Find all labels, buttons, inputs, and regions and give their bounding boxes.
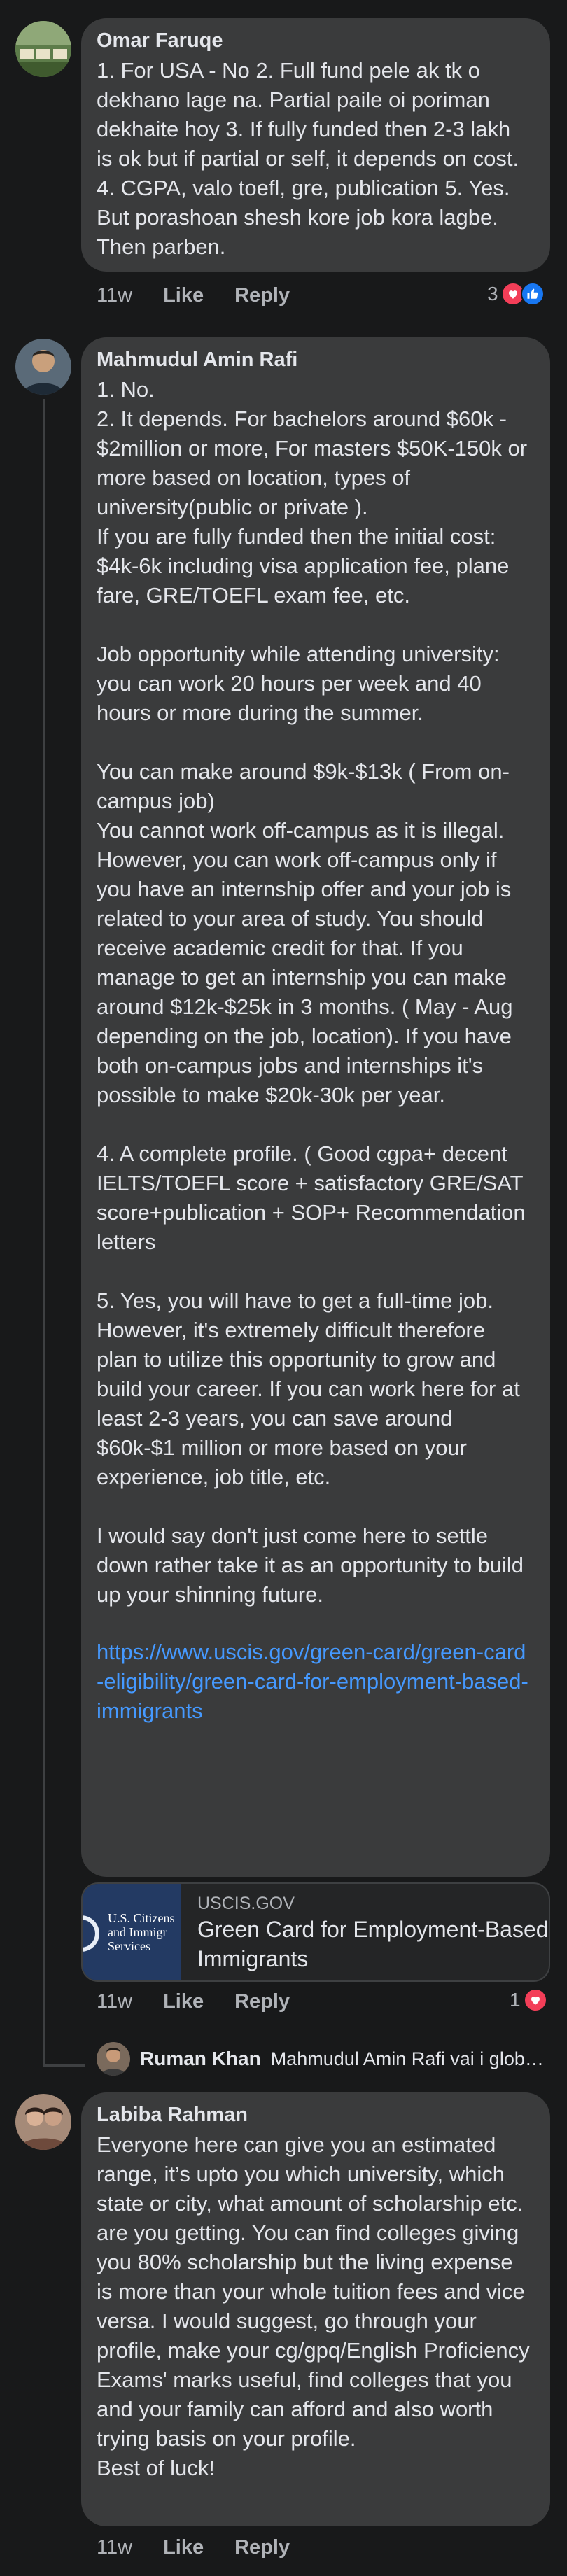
comment-bubble: Mahmudul Amin Rafi 1. No. 2. It depends.… — [81, 337, 550, 1877]
comment-timestamp[interactable]: 11w — [97, 1989, 132, 2014]
avatar-image — [15, 21, 71, 77]
avatar-image — [97, 2042, 130, 2076]
like-button[interactable]: Like — [163, 1989, 204, 2014]
thread-connector-curve — [43, 2064, 85, 2067]
avatar-ruman-khan[interactable] — [97, 2042, 130, 2076]
comment-link[interactable]: https://www.uscis.gov/green-card/green-c… — [97, 1638, 532, 1726]
avatar-mahmudul-amin-rafi[interactable] — [15, 339, 71, 395]
comment-text: Everyone here can give you an estimated … — [97, 2132, 530, 2480]
comment-actions: 11w Like Reply — [97, 2535, 290, 2560]
avatar-image — [15, 2094, 71, 2150]
comment-timestamp[interactable]: 11w — [97, 283, 132, 308]
reply-button[interactable]: Reply — [234, 283, 290, 308]
reply-author[interactable]: Ruman Khan — [140, 2048, 261, 2070]
comment-author[interactable]: Omar Faruqe — [97, 28, 531, 53]
love-reaction-icon — [523, 1988, 547, 2012]
reaction-summary[interactable]: 1 — [510, 1987, 547, 2013]
reply-button[interactable]: Reply — [234, 2535, 290, 2560]
reaction-summary[interactable]: 3 — [487, 281, 545, 307]
comment-actions: 11w Like Reply — [97, 1989, 290, 2014]
avatar-labiba-rahman[interactable] — [15, 2094, 71, 2150]
comment-text: 1. No. 2. It depends. For bachelors arou… — [97, 377, 528, 1607]
link-preview-card[interactable]: U.S. Citizens and Immigr Services USCIS.… — [81, 1882, 550, 1982]
thread-connector-line — [43, 399, 45, 2064]
reply-preview-row[interactable]: Ruman Khan Mahmudul Amin Rafi vai i glob… — [97, 2038, 552, 2080]
avatar-image — [15, 339, 71, 395]
comment-timestamp[interactable]: 11w — [97, 2535, 132, 2560]
comment-bubble: Labiba Rahman Everyone here can give you… — [81, 2092, 550, 2526]
like-reaction-icon — [520, 282, 545, 306]
link-preview-domain: USCIS.GOV — [197, 1894, 295, 1913]
comment-text: 1. For USA - No 2. Full fund pele ak tk … — [97, 58, 519, 259]
link-preview-thumbnail: U.S. Citizens and Immigr Services — [83, 1884, 181, 1980]
like-button[interactable]: Like — [163, 283, 204, 308]
reaction-count: 1 — [510, 1989, 521, 2011]
reply-snippet: Mahmudul Amin Rafi vai i glob… — [270, 2048, 544, 2069]
comment-bubble: Omar Faruqe 1. For USA - No 2. Full fund… — [81, 18, 550, 272]
reaction-count: 3 — [487, 283, 498, 304]
seal-icon — [83, 1915, 99, 1952]
comment-author[interactable]: Labiba Rahman — [97, 2102, 531, 2127]
link-preview-title: Green Card for Employment-Based Immigran… — [197, 1917, 549, 1971]
avatar-omar-faruqe[interactable] — [15, 21, 71, 77]
like-button[interactable]: Like — [163, 2535, 204, 2560]
comment-actions: 11w Like Reply — [97, 283, 290, 308]
comment-author[interactable]: Mahmudul Amin Rafi — [97, 347, 532, 372]
reply-button[interactable]: Reply — [234, 1989, 290, 2014]
